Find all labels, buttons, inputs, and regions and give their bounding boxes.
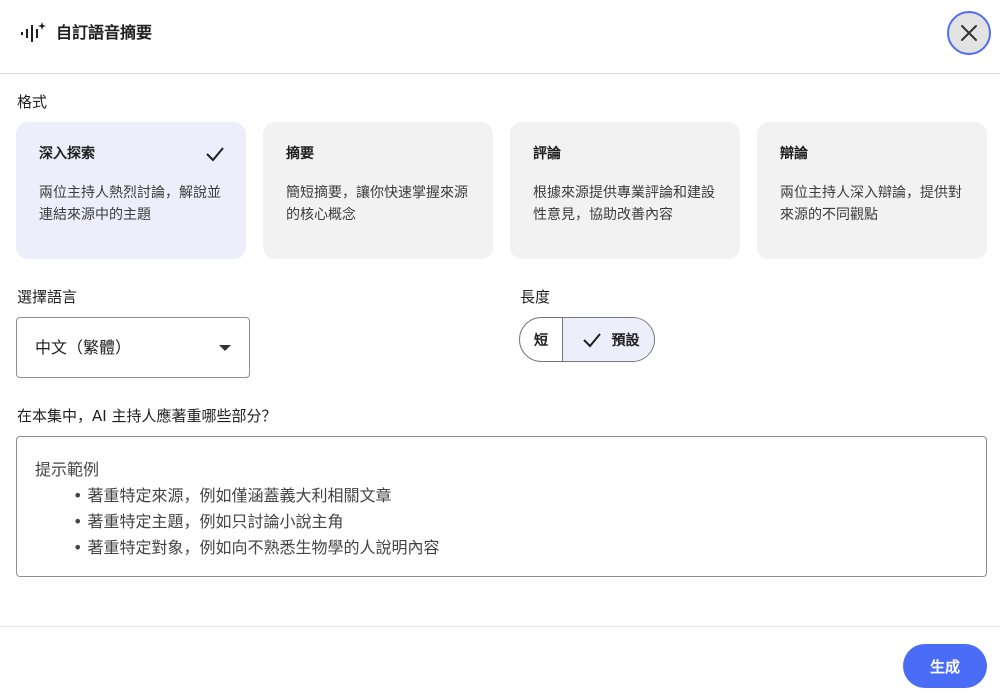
length-option-short[interactable]: 短 — [520, 318, 563, 361]
prompt-textarea[interactable]: 提示範例 著重特定來源，例如僅涵蓋義大利相關文章 著重特定主題，例如只討論小說主… — [16, 436, 987, 577]
format-card-deep-dive[interactable]: 深入探索 兩位主持人熱烈討論，解說並連結來源中的主題 — [16, 122, 246, 259]
card-title: 摘要 — [286, 146, 314, 162]
length-toggle: 短 預設 — [519, 317, 655, 362]
placeholder-item: 著重特定主題，例如只討論小說主角 — [35, 509, 968, 535]
length-option-label: 短 — [534, 332, 548, 349]
card-title: 深入探索 — [39, 146, 95, 162]
prompt-label: 在本集中，AI 主持人應著重哪些部分？ — [17, 407, 277, 425]
card-description: 根據來源提供專業評論和建設性意見，協助改善內容 — [533, 185, 715, 223]
chevron-down-icon — [219, 344, 231, 351]
dialog-header: 自訂語音摘要 — [0, 0, 1000, 74]
footer-divider — [0, 626, 1000, 627]
close-button[interactable] — [947, 11, 991, 55]
length-option-label: 預設 — [611, 332, 640, 349]
dialog-title: 自訂語音摘要 — [56, 23, 153, 42]
format-card-critique[interactable]: 評論 根據來源提供專業評論和建設性意見，協助改善內容 — [510, 122, 740, 259]
card-description: 簡短摘要，讓你快速掌握來源的核心概念 — [286, 185, 468, 223]
check-icon — [206, 147, 224, 162]
audio-sparkle-icon — [21, 22, 46, 42]
language-select[interactable]: 中文（繁體） — [16, 317, 250, 378]
placeholder-item: 著重特定來源，例如僅涵蓋義大利相關文章 — [35, 483, 968, 509]
card-title: 評論 — [533, 146, 561, 162]
length-option-default[interactable]: 預設 — [563, 318, 654, 361]
check-icon — [582, 332, 601, 347]
format-card-debate[interactable]: 辯論 兩位主持人深入辯論，提供對來源的不同觀點 — [757, 122, 987, 259]
format-card-summary[interactable]: 摘要 簡短摘要，讓你快速掌握來源的核心概念 — [263, 122, 493, 259]
placeholder-item: 著重特定對象，例如向不熟悉生物學的人說明內容 — [35, 535, 968, 561]
language-value: 中文（繁體） — [35, 337, 132, 357]
length-label: 長度 — [520, 288, 551, 306]
close-icon — [961, 25, 977, 41]
format-label: 格式 — [17, 93, 48, 111]
card-title: 辯論 — [780, 146, 808, 162]
language-label: 選擇語言 — [17, 288, 78, 306]
placeholder-heading: 提示範例 — [35, 460, 100, 479]
card-description: 兩位主持人熱烈討論，解說並連結來源中的主題 — [39, 185, 221, 223]
generate-button[interactable]: 生成 — [903, 644, 987, 688]
card-description: 兩位主持人深入辯論，提供對來源的不同觀點 — [780, 185, 962, 223]
